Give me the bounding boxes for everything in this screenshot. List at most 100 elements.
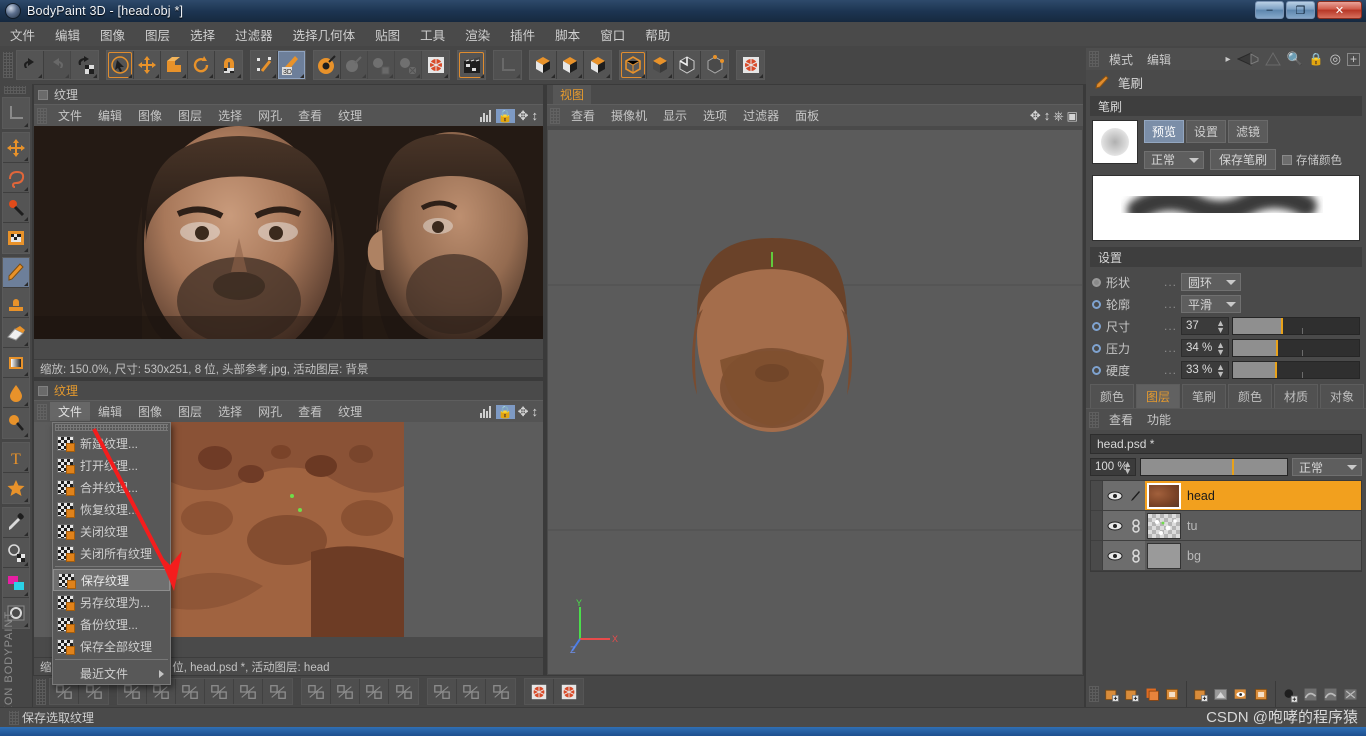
menu-item-2[interactable]: 图像 [90,23,135,46]
setting-bullet-icon[interactable] [1092,365,1101,375]
layer-tab-2[interactable]: 笔刷 [1182,384,1226,408]
layer-button-add-layer[interactable] [1102,683,1122,705]
file-menu-item-merge-texture[interactable]: 合并纹理... [53,476,170,498]
bottom-button-space-v[interactable] [389,679,418,704]
restore-button[interactable]: ❐ [1286,1,1315,19]
toolbar-button-scale[interactable] [161,51,188,79]
menu-item-5[interactable]: 过滤器 [225,23,283,46]
toolbar-button-magnet-texture[interactable] [215,51,242,79]
toolbar-button-magic-wand[interactable] [251,51,278,79]
setting-dropdown-形状[interactable]: 圆环 [1181,273,1242,291]
setting-bullet-icon[interactable] [1092,321,1101,331]
toolbar-button-redo[interactable] [44,51,71,79]
tool-magic-wand-select[interactable] [3,193,29,223]
tex1-menus-item-0[interactable]: 文件 [50,106,90,125]
tool-blur-tool[interactable] [3,408,29,438]
layer-button-mask-a[interactable] [1300,683,1320,705]
toolbar-button-brush-3d[interactable]: 3D [278,51,305,79]
texture-edit-tab-label[interactable]: 纹理 [54,382,78,399]
tex1-menus-item-4[interactable]: 选择 [210,106,250,125]
layer-button-new-layer[interactable] [1191,683,1211,705]
bottom-button-flip-y[interactable] [234,679,263,704]
eye-icon[interactable] [1103,541,1127,570]
layer-tab-1[interactable]: 图层 [1136,384,1180,408]
move-panel-icon[interactable]: ✥ [1030,108,1041,124]
brush-icon[interactable] [1127,481,1145,510]
toolbar-button-brush-gray[interactable] [341,51,368,79]
resize-panel-icon[interactable]: ↕ [532,404,539,419]
layer-panel-tabs[interactable]: 颜色 图层 笔刷 颜色 材质 对象 [1086,384,1366,408]
layer-blend-dropdown[interactable]: 正常 [1292,458,1362,476]
setting-field-尺寸[interactable]: 37 ▲ ▼ [1181,317,1230,335]
search-icon[interactable]: 🔍 [1287,51,1303,67]
move-panel-icon[interactable]: ✥ [518,108,529,124]
tool-lasso-select[interactable] [3,163,29,193]
file-menu-item-close-texture[interactable]: 关闭纹理 [53,520,170,542]
texture-panel-grip[interactable] [37,107,47,124]
spinner-icon[interactable]: ▲ ▼ [1216,363,1225,379]
add-icon[interactable]: + [1346,52,1360,66]
tex2-menus-item-6[interactable]: 查看 [290,402,330,421]
toolbar-button-axis[interactable] [494,51,521,79]
tex2-menus-item-2[interactable]: 图像 [130,402,170,421]
rp-menus-item-0[interactable]: 模式 [1102,50,1140,69]
bottom-button-swap[interactable] [428,679,457,704]
menu-item-7[interactable]: 贴图 [365,23,410,46]
resize-panel-icon[interactable]: ↕ [1044,108,1051,123]
lp-menus-item-0[interactable]: 查看 [1102,410,1140,429]
tex1-menus-item-6[interactable]: 查看 [290,106,330,125]
vp-menus-item-0[interactable]: 查看 [563,106,603,125]
file-menu-item-save-all-texture[interactable]: 保存全部纹理 [53,635,170,657]
lp-menus-item-1[interactable]: 功能 [1140,410,1178,429]
tex2-menus-item-1[interactable]: 编辑 [90,402,130,421]
setting-bullet-icon[interactable] [1092,299,1101,309]
store-color-checkbox[interactable] [1282,154,1293,165]
tex2-menus-item-3[interactable]: 图层 [170,402,210,421]
save-brush-button[interactable]: 保存笔刷 [1210,149,1277,170]
link-icon[interactable] [1127,541,1145,570]
spinner-icon[interactable]: ▲ ▼ [1123,460,1132,476]
layer-tab-4[interactable]: 材质 [1274,384,1318,408]
histogram-icon[interactable] [479,405,493,418]
tex1-menus-item-3[interactable]: 图层 [170,106,210,125]
layer-button-delete-layer[interactable] [1340,683,1360,705]
tex1-menus-item-5[interactable]: 网孔 [250,106,290,125]
bottom-button-flip-both[interactable] [263,679,292,704]
bottom-button-align-center[interactable] [176,679,205,704]
maximize-panel-icon[interactable]: ▣ [1067,109,1078,123]
tool-texture-frame[interactable] [3,223,29,253]
tex2-menus-item-5[interactable]: 网孔 [250,402,290,421]
camera-left-icon[interactable] [1236,52,1259,66]
menu-item-4[interactable]: 选择 [180,23,225,46]
status-grip[interactable] [9,710,19,725]
menu-item-1[interactable]: 编辑 [45,23,90,46]
tool-stamp-tool[interactable] [3,288,29,318]
menu-item-8[interactable]: 工具 [410,23,455,46]
layer-button-layer-copy[interactable] [1251,683,1271,705]
layer-button-layer-mask[interactable] [1211,683,1231,705]
file-menu-item-open-texture[interactable]: 打开纹理... [53,454,170,476]
toolbar-button-undo-texture[interactable] [71,51,98,79]
rp-menus-item-1[interactable]: 编辑 [1140,50,1178,69]
bottom-button-space-h[interactable] [360,679,389,704]
spinner-icon[interactable]: ▲ ▼ [1216,341,1225,357]
layer-thumbnail[interactable] [1147,482,1181,509]
vp-menus-item-5[interactable]: 面板 [787,106,827,125]
tex2-menus-item-4[interactable]: 选择 [210,402,250,421]
texture-edit-tabrow[interactable]: 纹理 [34,381,543,400]
camera-icon[interactable] [1264,52,1281,66]
layer-toolbar-grip[interactable] [1089,686,1099,702]
viewport-tab-label[interactable]: 视图 [553,85,592,104]
setting-bullet-icon[interactable] [1092,277,1101,287]
layer-button-mask-b[interactable] [1320,683,1340,705]
toolbar-button-move[interactable] [134,51,161,79]
file-menu-item-save-texture[interactable]: 保存纹理 [53,569,170,591]
tool-fill-tool[interactable] [3,378,29,408]
file-menu-item-save-texture-as[interactable]: 另存纹理为... [53,591,170,613]
brush-tab-0[interactable]: 预览 [1144,120,1185,143]
toolbar-button-cube-edge[interactable] [674,51,701,79]
brush-preview-thumb[interactable] [1092,120,1138,164]
layer-opacity-slider[interactable] [1140,458,1288,476]
setting-field-压力[interactable]: 34 % ▲ ▼ [1181,339,1230,357]
vp-menus-item-4[interactable]: 过滤器 [735,106,787,125]
